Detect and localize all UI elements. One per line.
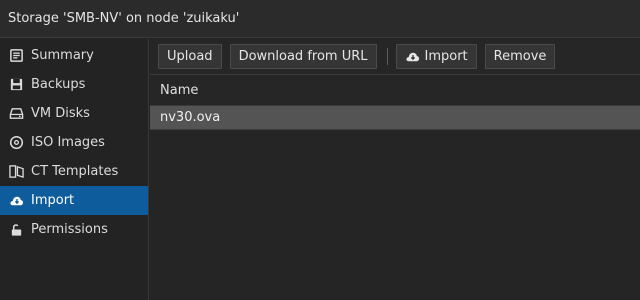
- toolbar: Upload Download from URL Import Remove: [150, 39, 640, 75]
- sidebar-item-backups[interactable]: Backups: [0, 70, 148, 99]
- sidebar-item-label: ISO Images: [31, 135, 105, 150]
- sidebar-item-permissions[interactable]: Permissions: [0, 215, 148, 244]
- import-button-label: Import: [424, 49, 468, 64]
- sidebar-item-label: Backups: [31, 77, 86, 92]
- toolbar-separator: [386, 48, 388, 65]
- column-header-name[interactable]: Name: [150, 75, 640, 106]
- remove-button[interactable]: Remove: [484, 44, 556, 69]
- column-header-label: Name: [160, 82, 199, 98]
- sidebar-item-ct-templates[interactable]: CT Templates: [0, 157, 148, 186]
- unlock-icon: [8, 222, 24, 238]
- sidebar-item-vm-disks[interactable]: VM Disks: [0, 99, 148, 128]
- cloud-download-icon: [405, 49, 420, 64]
- download-from-url-button[interactable]: Download from URL: [229, 44, 377, 69]
- sidebar-item-import[interactable]: Import: [0, 186, 148, 215]
- sidebar-item-label: Permissions: [31, 222, 108, 237]
- table-row[interactable]: nv30.ova: [150, 106, 640, 130]
- summary-icon: [8, 48, 24, 64]
- import-content-panel: Upload Download from URL Import Remove N…: [150, 39, 640, 300]
- backup-icon: [8, 77, 24, 93]
- iso-image-icon: [8, 135, 24, 151]
- panel-title: Storage 'SMB-NV' on node 'zuikaku': [8, 11, 240, 26]
- sidebar-item-label: CT Templates: [31, 164, 119, 179]
- sidebar-item-label: VM Disks: [31, 106, 90, 121]
- cloud-download-icon: [8, 193, 24, 209]
- sidebar-item-label: Import: [31, 193, 75, 208]
- sidebar-item-summary[interactable]: Summary: [0, 41, 148, 70]
- ct-template-icon: [8, 164, 24, 180]
- sidebar: Summary Backups VM Disks ISO Images CT T…: [0, 39, 149, 300]
- sidebar-item-iso-images[interactable]: ISO Images: [0, 128, 148, 157]
- panel-title-bar: Storage 'SMB-NV' on node 'zuikaku': [0, 0, 640, 38]
- sidebar-item-label: Summary: [31, 48, 94, 63]
- file-name-cell: nv30.ova: [160, 110, 221, 125]
- vm-disk-icon: [8, 106, 24, 122]
- import-button[interactable]: Import: [395, 44, 477, 69]
- upload-button[interactable]: Upload: [158, 44, 222, 69]
